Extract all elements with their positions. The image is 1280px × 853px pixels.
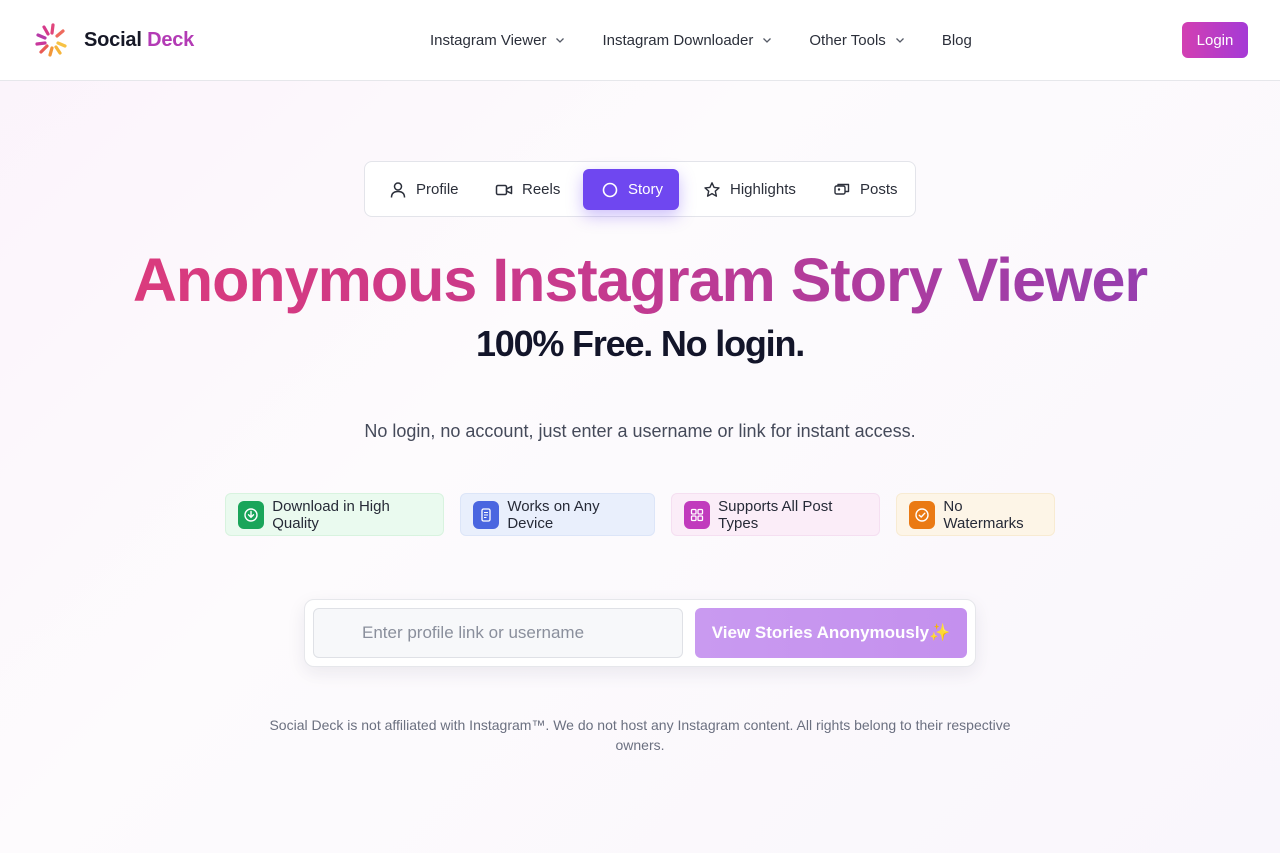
- nav-label: Instagram Viewer: [430, 31, 547, 49]
- tab-label: Reels: [522, 181, 561, 198]
- search-form: View Stories Anonymously✨: [304, 599, 976, 667]
- check-circle-icon: [909, 500, 936, 529]
- feature-label: Supports All Post Types: [718, 497, 833, 532]
- circle-icon: [602, 182, 618, 197]
- nav-instagram-viewer[interactable]: Instagram Viewer: [430, 32, 565, 49]
- chevron-down-icon: [763, 38, 772, 43]
- site-header: Social Deck Instagram Viewer Instagram D…: [0, 0, 1280, 81]
- brand-logo-link[interactable]: Social Deck: [35, 22, 194, 58]
- nav-instagram-downloader[interactable]: Instagram Downloader: [602, 32, 772, 49]
- feature-label: Works on Any Device: [507, 497, 600, 532]
- download-icon: [238, 500, 265, 529]
- tab-posts[interactable]: Posts: [815, 169, 914, 210]
- feature-label: Download in High Quality: [272, 497, 390, 532]
- brand-name-main: Social: [84, 28, 142, 51]
- tab-label: Profile: [416, 181, 459, 198]
- brand-name: Social Deck: [84, 29, 194, 52]
- tab-profile[interactable]: Profile: [371, 169, 475, 210]
- feature-label: No Watermarks: [943, 497, 1024, 532]
- chevron-down-icon: [556, 38, 565, 43]
- logo-icon: [35, 23, 67, 57]
- tab-highlights[interactable]: Highlights: [685, 169, 812, 210]
- feature-badge-no-watermarks: No Watermarks: [896, 493, 1055, 536]
- video-icon: [495, 184, 513, 195]
- images-icon: [834, 183, 850, 195]
- grid-icon: [684, 500, 711, 529]
- star-icon: [704, 181, 720, 197]
- nav-label: Blog: [941, 31, 972, 49]
- device-icon: [473, 500, 500, 529]
- main-nav: Instagram Viewer Instagram Downloader Ot…: [430, 28, 972, 52]
- view-stories-button[interactable]: View Stories Anonymously✨: [695, 608, 967, 658]
- tab-label: Story: [628, 181, 664, 198]
- tab-label: Posts: [860, 181, 898, 198]
- brand-name-accent: Deck: [147, 28, 195, 51]
- tool-tabs: Profile Reels Story Highlights Posts: [364, 161, 916, 217]
- nav-label: Instagram Downloader: [602, 31, 754, 49]
- chevron-down-icon: [895, 38, 904, 43]
- tab-reels[interactable]: Reels: [477, 169, 576, 210]
- nav-other-tools[interactable]: Other Tools: [809, 32, 904, 49]
- login-button[interactable]: Login: [1182, 22, 1248, 58]
- tab-story[interactable]: Story: [583, 169, 680, 210]
- tab-label: Highlights: [730, 181, 796, 198]
- feature-badge-any-device: Works on Any Device: [460, 493, 655, 536]
- page-subtitle: 100% Free. No login.: [475, 323, 805, 364]
- nav-label: Other Tools: [809, 31, 886, 49]
- user-icon: [390, 181, 406, 198]
- page-description: No login, no account, just enter a usern…: [364, 421, 916, 441]
- feature-badge-all-post-types: Supports All Post Types: [671, 493, 880, 536]
- feature-badge-high-quality: Download in High Quality: [225, 493, 444, 536]
- nav-blog[interactable]: Blog: [942, 32, 972, 49]
- username-input[interactable]: [313, 608, 683, 658]
- page-title: Anonymous Instagram Story Viewer: [0, 244, 1280, 316]
- disclaimer-text: Social Deck is not affiliated with Insta…: [269, 717, 1011, 753]
